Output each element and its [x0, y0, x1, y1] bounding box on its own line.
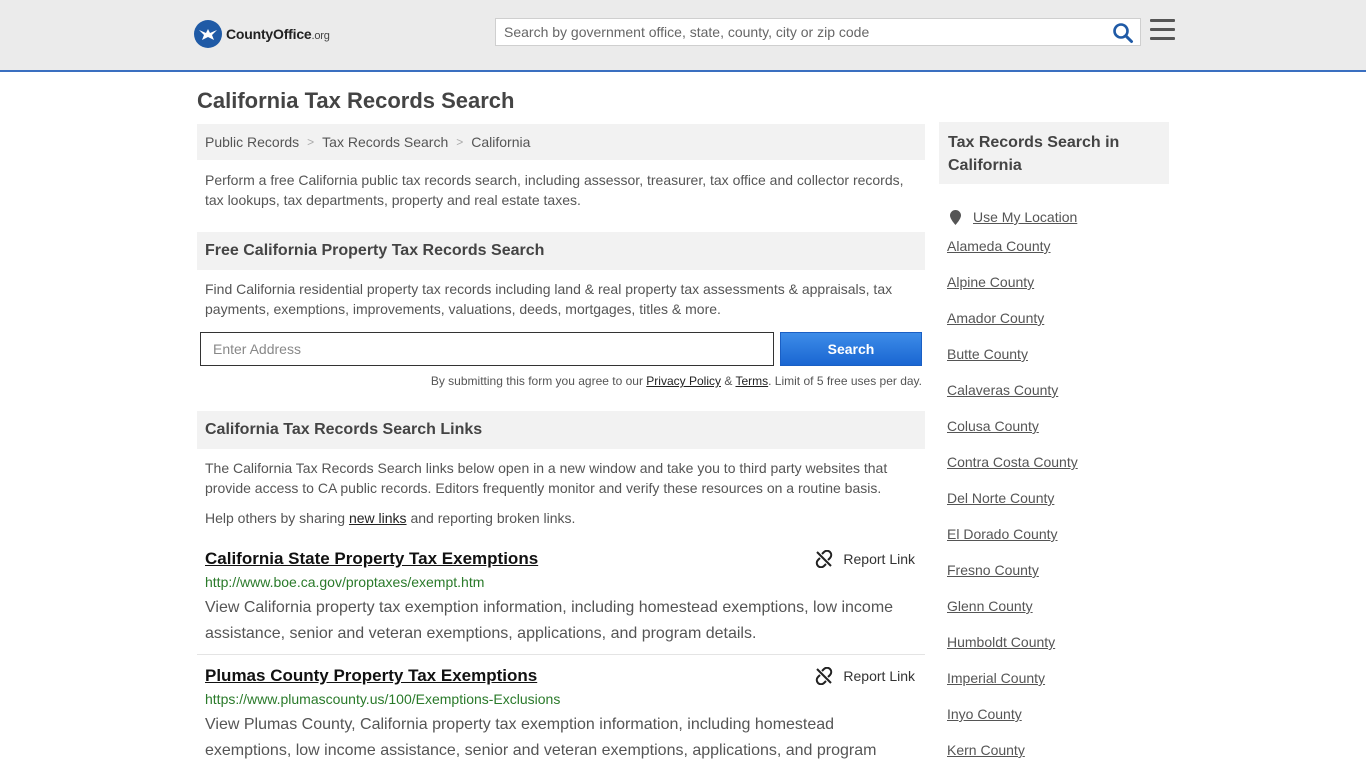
county-link-colusa[interactable]: Colusa County [947, 418, 1039, 434]
county-link-humboldt[interactable]: Humboldt County [947, 634, 1055, 650]
report-link-label: Report Link [843, 668, 915, 684]
breadcrumb-separator: > [307, 135, 315, 149]
page-title: California Tax Records Search [197, 88, 515, 113]
breadcrumb: Public Records > Tax Records Search > Ca… [197, 124, 925, 160]
county-list: Use My Location Alameda County Alpine Co… [947, 199, 1078, 775]
report-link-label: Report Link [843, 551, 915, 567]
county-item: Colusa County [947, 415, 1078, 451]
breadcrumb-public-records[interactable]: Public Records [205, 134, 299, 150]
county-link-inyo[interactable]: Inyo County [947, 706, 1022, 722]
county-link-alameda[interactable]: Alameda County [947, 238, 1051, 254]
result-description: View California property tax exemption i… [205, 599, 894, 642]
county-link-butte[interactable]: Butte County [947, 346, 1028, 362]
property-search-description: Find California residential property tax… [205, 281, 893, 317]
links-section-heading: California Tax Records Search Links [197, 411, 925, 449]
county-link-alpine[interactable]: Alpine County [947, 274, 1034, 290]
intro-text: Perform a free California public tax rec… [205, 172, 904, 208]
county-item: Kern County [947, 739, 1078, 775]
county-item: Contra Costa County [947, 451, 1078, 487]
county-item: Butte County [947, 343, 1078, 379]
logo-text: CountyOffice.org [226, 26, 330, 42]
disclaimer-suffix: . Limit of 5 free uses per day. [768, 374, 922, 388]
sidebar-heading: Tax Records Search in California [939, 122, 1169, 184]
result-divider [197, 654, 925, 655]
county-link-imperial[interactable]: Imperial County [947, 670, 1045, 686]
address-input[interactable] [200, 332, 774, 366]
county-item: Calaveras County [947, 379, 1078, 415]
help-prefix: Help others by sharing [205, 510, 346, 526]
property-search-heading: Free California Property Tax Records Sea… [197, 232, 925, 270]
disclaimer-text: By submitting this form you agree to our [430, 374, 643, 388]
county-item: Amador County [947, 307, 1078, 343]
form-disclaimer: By submitting this form you agree to our… [200, 374, 922, 388]
result-title-link[interactable]: California State Property Tax Exemptions [205, 549, 538, 569]
location-pin-icon [950, 209, 961, 225]
help-text: Help others by sharing new links and rep… [205, 508, 917, 528]
report-link-button[interactable]: Report Link [815, 667, 915, 685]
address-search-button[interactable]: Search [780, 332, 922, 366]
links-section-description: The California Tax Records Search links … [205, 460, 888, 496]
county-item: Alameda County [947, 235, 1078, 271]
site-header: CountyOffice.org [0, 0, 1366, 72]
county-item: Alpine County [947, 271, 1078, 307]
county-item: Fresno County [947, 559, 1078, 595]
hamburger-menu-icon[interactable] [1150, 19, 1175, 43]
broken-link-icon [816, 550, 833, 568]
search-icon[interactable] [1112, 22, 1134, 44]
county-link-del-norte[interactable]: Del Norte County [947, 490, 1054, 506]
county-link-contra-costa[interactable]: Contra Costa County [947, 454, 1078, 470]
use-my-location-link[interactable]: Use My Location [973, 206, 1077, 228]
county-item: Humboldt County [947, 631, 1078, 667]
breadcrumb-tax-records-search[interactable]: Tax Records Search [322, 134, 448, 150]
county-item: Del Norte County [947, 487, 1078, 523]
site-search-box [495, 18, 1141, 46]
county-item: Imperial County [947, 667, 1078, 703]
county-link-glenn[interactable]: Glenn County [947, 598, 1033, 614]
broken-link-icon [816, 667, 833, 685]
result-title-link[interactable]: Plumas County Property Tax Exemptions [205, 666, 537, 686]
help-suffix: and reporting broken links. [410, 510, 576, 526]
disclaimer-amp: & [724, 374, 733, 388]
county-link-kern[interactable]: Kern County [947, 742, 1025, 758]
result-url: http://www.boe.ca.gov/proptaxes/exempt.h… [205, 574, 485, 590]
county-link-el-dorado[interactable]: El Dorado County [947, 526, 1058, 542]
county-link-fresno[interactable]: Fresno County [947, 562, 1039, 578]
result-url: https://www.plumascounty.us/100/Exemptio… [205, 691, 561, 707]
eagle-logo-icon [194, 20, 222, 48]
breadcrumb-california[interactable]: California [471, 134, 530, 150]
site-logo[interactable]: CountyOffice.org [194, 20, 330, 48]
county-item: Glenn County [947, 595, 1078, 631]
county-item: El Dorado County [947, 523, 1078, 559]
county-item: Inyo County [947, 703, 1078, 739]
site-search-input[interactable] [496, 19, 1106, 45]
new-links-link[interactable]: new links [349, 510, 407, 526]
terms-link[interactable]: Terms [735, 374, 768, 388]
breadcrumb-separator: > [456, 135, 464, 149]
county-link-amador[interactable]: Amador County [947, 310, 1044, 326]
use-my-location-item: Use My Location [947, 199, 1078, 235]
result-description: View Plumas County, California property … [205, 716, 877, 759]
privacy-policy-link[interactable]: Privacy Policy [646, 374, 721, 388]
report-link-button[interactable]: Report Link [815, 550, 915, 568]
county-link-calaveras[interactable]: Calaveras County [947, 382, 1058, 398]
